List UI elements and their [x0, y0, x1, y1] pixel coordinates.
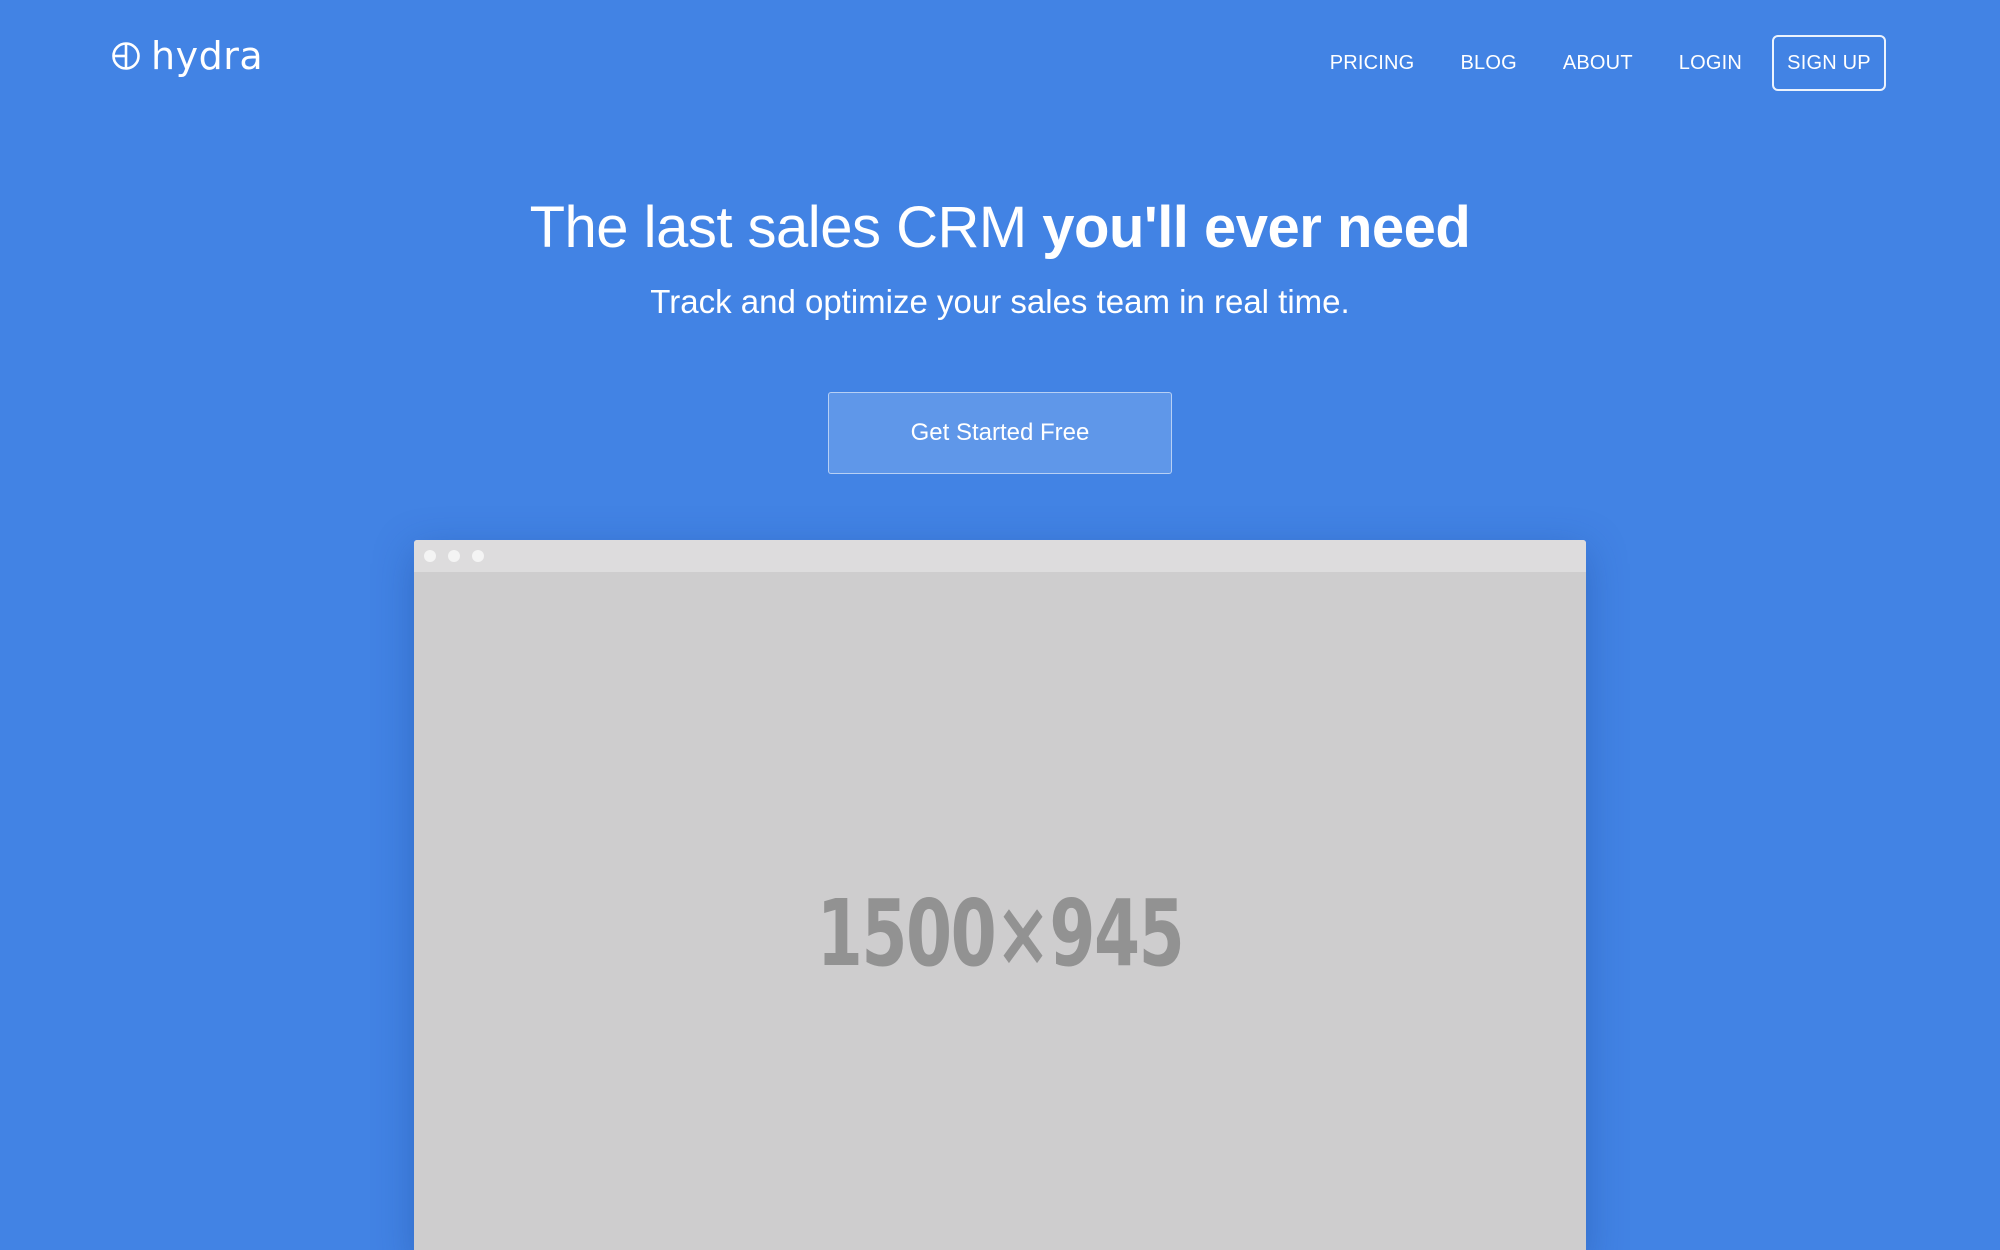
hero-subtitle: Track and optimize your sales team in re… — [650, 283, 1350, 320]
window-dot-icon — [448, 550, 460, 562]
get-started-button[interactable]: Get Started Free — [828, 392, 1172, 474]
globe-circle-icon — [111, 41, 141, 71]
brand-logo-link[interactable]: hydra — [111, 36, 263, 76]
browser-mockup-titlebar — [414, 540, 1586, 572]
brand-name: hydra — [151, 34, 264, 78]
nav-link-pricing[interactable]: PRICING — [1330, 52, 1415, 75]
image-placeholder-label: 1500×945 — [816, 880, 1185, 987]
sign-up-button[interactable]: SIGN UP — [1772, 35, 1886, 91]
hero-title-emphasis: you'll ever need — [1042, 195, 1471, 260]
window-dot-icon — [472, 550, 484, 562]
hero-title: The last sales CRM you'll ever need — [0, 193, 2000, 263]
nav-link-about[interactable]: ABOUT — [1563, 52, 1633, 75]
hero-title-regular: The last sales CRM — [529, 195, 1043, 260]
browser-mockup: 1500×945 — [414, 540, 1586, 1250]
window-dot-icon — [424, 550, 436, 562]
nav-link-blog[interactable]: BLOG — [1460, 52, 1516, 75]
landing-page: hydra PRICING BLOG ABOUT LOGIN SIGN UP T… — [0, 0, 2000, 1250]
nav-link-login[interactable]: LOGIN — [1679, 52, 1742, 75]
top-navigation: PRICING BLOG ABOUT LOGIN SIGN UP — [1330, 34, 1886, 92]
